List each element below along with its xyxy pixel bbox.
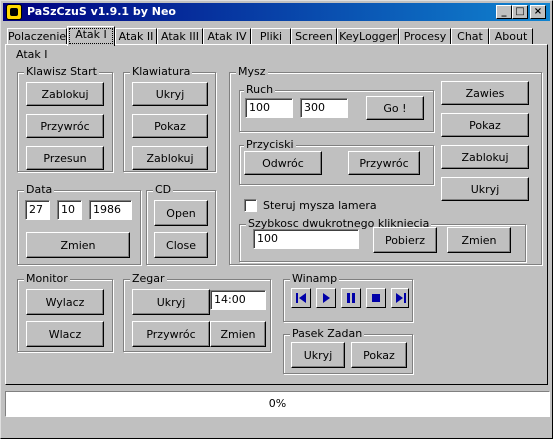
clock-hide-button[interactable]: Ukryj — [132, 289, 210, 315]
tab-about[interactable]: About — [489, 28, 533, 45]
tab-atak-2[interactable]: Atak II — [115, 28, 157, 45]
mouse-invert-button[interactable]: Odwróc — [244, 151, 322, 175]
mouse-go-button[interactable]: Go ! — [366, 96, 424, 120]
group-przyciski: Przyciski Odwróc Przywróc — [239, 138, 434, 185]
group-label: Przyciski — [244, 138, 296, 151]
group-data: Data 27 10 1986 Zmien — [17, 183, 141, 265]
tab-atak-1[interactable]: Atak I — [67, 26, 115, 46]
mouse-block-button[interactable]: Zablokuj — [441, 145, 529, 169]
title-bar[interactable]: PaSzCzuS v1.9.1 by Neo _ □ × — [3, 3, 550, 21]
group-label: Monitor — [24, 272, 70, 285]
window-title: PaSzCzuS v1.9.1 by Neo — [27, 5, 176, 18]
group-klawisz-start: Klawisz Start Zablokuj Przywróc Przesun — [17, 65, 113, 172]
group-winamp: Winamp — [283, 272, 413, 322]
group-dblclick: Szybkosc dwukrotnego klikniecia 100 Pobi… — [239, 217, 526, 262]
tab-atak-3[interactable]: Atak III — [157, 28, 203, 45]
taskbar-hide-button[interactable]: Ukryj — [291, 342, 345, 368]
minimize-button[interactable]: _ — [496, 5, 512, 19]
cd-close-button[interactable]: Close — [154, 232, 208, 258]
date-change-button[interactable]: Zmien — [26, 232, 130, 258]
close-button[interactable]: × — [530, 5, 546, 19]
stop-icon — [372, 294, 380, 302]
mouse-restore-button[interactable]: Przywróc — [348, 151, 420, 175]
clock-restore-button[interactable]: Przywróc — [132, 321, 210, 347]
maximize-button[interactable]: □ — [512, 5, 528, 19]
group-label: Klawisz Start — [24, 65, 99, 78]
tab-panel-atak-1: Atak I Klawisz Start Zablokuj Przywróc P… — [5, 44, 548, 385]
winamp-next-button[interactable] — [391, 288, 409, 308]
mouse-y-input[interactable]: 300 — [300, 98, 348, 118]
play-icon — [323, 293, 330, 303]
winamp-play-button[interactable] — [316, 288, 336, 308]
date-month-input[interactable]: 10 — [57, 200, 82, 220]
winamp-stop-button[interactable] — [366, 288, 386, 308]
keyboard-hide-button[interactable]: Ukryj — [132, 82, 208, 106]
mouse-hang-button[interactable]: Zawies — [441, 81, 529, 105]
tab-chat[interactable]: Chat — [451, 28, 489, 45]
steer-mouse-checkbox[interactable] — [244, 199, 257, 212]
start-block-button[interactable]: Zablokuj — [26, 82, 104, 106]
dblclick-change-button[interactable]: Zmien — [447, 227, 511, 253]
previous-icon — [296, 293, 306, 303]
next-icon — [396, 293, 406, 303]
group-monitor: Monitor Wylacz Wlacz — [17, 272, 113, 352]
group-label: Pasek Zadan — [290, 327, 365, 340]
tab-atak-4[interactable]: Atak IV — [203, 28, 251, 45]
mouse-x-input[interactable]: 100 — [245, 98, 293, 118]
group-label: Winamp — [290, 272, 340, 285]
main-window: PaSzCzuS v1.9.1 by Neo _ □ × Polaczenie … — [0, 0, 553, 439]
winamp-pause-button[interactable] — [341, 288, 361, 308]
start-move-button[interactable]: Przesun — [26, 146, 104, 170]
monitor-off-button[interactable]: Wylacz — [26, 289, 104, 315]
group-ruch: Ruch 100 300 Go ! — [239, 83, 434, 132]
tab-procesy[interactable]: Procesy — [399, 28, 451, 45]
clock-time-input[interactable]: 14:00 — [210, 290, 266, 310]
clock-change-button[interactable]: Zmien — [210, 321, 266, 347]
dblclick-get-button[interactable]: Pobierz — [373, 227, 437, 253]
group-label: Klawiatura — [130, 65, 193, 78]
pause-icon — [347, 293, 355, 303]
group-label: Ruch — [244, 83, 276, 96]
progress-status-bar: 0% — [5, 391, 550, 417]
winamp-previous-button[interactable] — [291, 288, 311, 308]
group-label: CD — [153, 183, 174, 196]
taskbar-show-button[interactable]: Pokaz — [351, 342, 407, 368]
group-label: Data — [24, 183, 55, 196]
cd-open-button[interactable]: Open — [154, 200, 208, 226]
group-klawiatura: Klawiatura Ukryj Pokaz Zablokuj — [123, 65, 216, 172]
monitor-on-button[interactable]: Wlacz — [26, 321, 104, 347]
group-mysz: Mysz Ruch 100 300 Go ! Przyciski Odwróc … — [229, 65, 542, 265]
keyboard-show-button[interactable]: Pokaz — [132, 114, 208, 138]
group-cd: CD Open Close — [146, 183, 216, 265]
mouse-hide-button[interactable]: Ukryj — [441, 177, 529, 201]
app-icon — [6, 4, 22, 20]
start-restore-button[interactable]: Przywróc — [26, 114, 104, 138]
group-label: Mysz — [236, 65, 268, 78]
tab-polaczenie[interactable]: Polaczenie — [7, 28, 67, 45]
group-pasek-zadan: Pasek Zadan Ukryj Pokaz — [283, 327, 413, 374]
group-zegar: Zegar Ukryj 14:00 Przywróc Zmien — [123, 272, 271, 352]
tab-keylogger[interactable]: KeyLogger — [337, 28, 399, 45]
date-day-input[interactable]: 27 — [25, 200, 50, 220]
tab-pliki[interactable]: Pliki — [251, 28, 291, 45]
dblclick-speed-input[interactable]: 100 — [253, 229, 359, 249]
mouse-show-button[interactable]: Pokaz — [441, 113, 529, 137]
panel-title: Atak I — [16, 48, 48, 61]
keyboard-block-button[interactable]: Zablokuj — [132, 146, 208, 170]
group-label: Zegar — [130, 272, 167, 285]
date-year-input[interactable]: 1986 — [89, 200, 132, 220]
tab-screen[interactable]: Screen — [291, 28, 337, 45]
steer-mouse-label: Steruj mysza lamera — [263, 199, 377, 212]
